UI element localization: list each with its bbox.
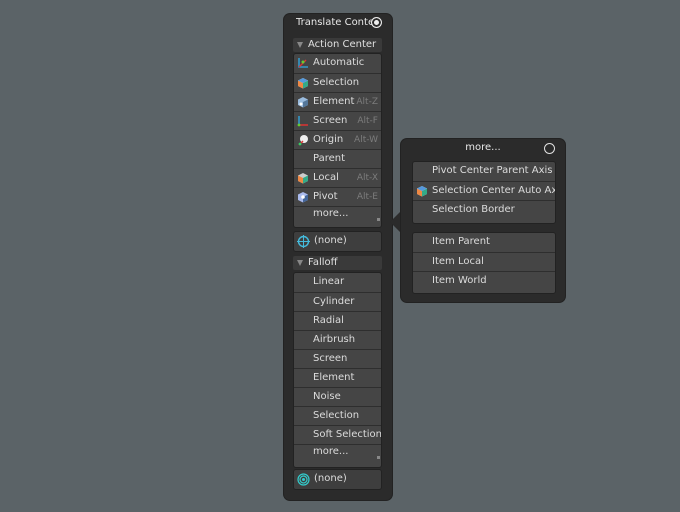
action-element[interactable]: Element Alt-Z xyxy=(294,92,381,111)
shortcut-label: Alt-X xyxy=(356,173,378,183)
submenu-corner-icon xyxy=(377,456,380,459)
row-label: Origin xyxy=(313,134,344,145)
current-value: (none) xyxy=(314,473,347,484)
row-label: Pivot Center Parent Axis xyxy=(432,165,553,176)
action-selection[interactable]: Selection xyxy=(294,73,381,92)
row-label: Cylinder xyxy=(313,296,355,307)
falloff-element[interactable]: Element xyxy=(294,368,381,387)
collapse-triangle-icon xyxy=(297,260,303,266)
shortcut-label: Alt-F xyxy=(357,116,378,126)
row-label: Selection Border xyxy=(432,204,515,215)
row-label: Pivot xyxy=(313,191,338,202)
local-icon xyxy=(298,173,308,184)
action-origin[interactable]: Origin Alt-W xyxy=(294,130,381,149)
action-parent[interactable]: Parent xyxy=(294,149,381,168)
pin-icon[interactable] xyxy=(371,17,382,28)
radial-falloff-icon xyxy=(297,473,310,486)
falloff-selection[interactable]: Selection xyxy=(294,406,381,425)
pivot-icon xyxy=(298,192,308,203)
selection-cube-icon xyxy=(417,186,427,197)
pivot-center-parent-axis[interactable]: Pivot Center Parent Axis xyxy=(413,162,555,181)
falloff-header[interactable]: Falloff xyxy=(293,256,382,270)
falloff-airbrush[interactable]: Airbrush xyxy=(294,330,381,349)
row-label: Screen xyxy=(313,115,348,126)
submenu-corner-icon xyxy=(377,218,380,221)
row-label: Item Parent xyxy=(432,236,490,247)
falloff-radial[interactable]: Radial xyxy=(294,311,381,330)
action-center-current[interactable]: (none) xyxy=(293,231,382,252)
automatic-icon xyxy=(298,58,308,68)
shortcut-label: Alt-Z xyxy=(356,97,378,107)
row-label: Selection Center Auto Axis xyxy=(432,185,556,196)
falloff-cylinder[interactable]: Cylinder xyxy=(294,292,381,311)
row-label: more... xyxy=(313,446,349,457)
falloff-list: Linear Cylinder Radial Airbrush Screen E… xyxy=(293,272,382,468)
element-icon xyxy=(298,97,308,108)
pin-icon[interactable] xyxy=(544,143,555,154)
action-more[interactable]: more... xyxy=(294,206,381,222)
item-local[interactable]: Item Local xyxy=(413,252,555,271)
screen-axis-icon xyxy=(297,116,308,127)
row-label: Element xyxy=(313,96,355,107)
action-pivot[interactable]: Pivot Alt-E xyxy=(294,187,381,206)
row-label: Selection xyxy=(313,77,360,88)
current-value: (none) xyxy=(314,235,347,246)
more-panel: more... Pivot Center Parent Axis Selecti… xyxy=(401,139,565,302)
more-group-2: Item Parent Item Local Item World xyxy=(412,232,556,294)
row-label: Item Local xyxy=(432,256,484,267)
section-label: Falloff xyxy=(308,257,338,268)
collapse-triangle-icon xyxy=(297,42,303,48)
action-center-header[interactable]: Action Center xyxy=(293,38,382,52)
action-screen[interactable]: Screen Alt-F xyxy=(294,111,381,130)
more-group-1: Pivot Center Parent Axis Selection Cente… xyxy=(412,161,556,224)
panel-title: Translate Contex xyxy=(296,17,380,28)
item-world[interactable]: Item World xyxy=(413,271,555,290)
shortcut-label: Alt-W xyxy=(354,135,378,145)
row-label: Radial xyxy=(313,315,344,326)
action-automatic[interactable]: Automatic xyxy=(294,54,381,73)
row-label: Selection xyxy=(313,410,360,421)
action-local[interactable]: Local Alt-X xyxy=(294,168,381,187)
row-label: Item World xyxy=(432,275,487,286)
item-parent[interactable]: Item Parent xyxy=(413,233,555,252)
selection-center-auto-axis[interactable]: Selection Center Auto Axis xyxy=(413,181,555,200)
falloff-noise[interactable]: Noise xyxy=(294,387,381,406)
panel-title: more... xyxy=(465,142,501,153)
translate-context-panel: Translate Contex Action Center Automatic… xyxy=(284,14,392,500)
row-label: Noise xyxy=(313,391,341,402)
falloff-soft-selection[interactable]: Soft Selection xyxy=(294,425,381,444)
origin-icon xyxy=(298,135,308,146)
shortcut-label: Alt-E xyxy=(356,192,378,202)
popover-arrow xyxy=(390,211,401,233)
action-center-list: Automatic Selection Element Alt-Z Screen… xyxy=(293,53,382,228)
falloff-linear[interactable]: Linear xyxy=(294,273,381,292)
row-label: Element xyxy=(313,372,355,383)
row-label: Linear xyxy=(313,276,345,287)
falloff-more[interactable]: more... xyxy=(294,444,381,460)
row-label: Parent xyxy=(313,153,346,164)
falloff-screen[interactable]: Screen xyxy=(294,349,381,368)
row-label: Local xyxy=(313,172,339,183)
row-label: more... xyxy=(313,208,349,219)
crosshair-icon xyxy=(297,235,310,248)
row-label: Airbrush xyxy=(313,334,356,345)
row-label: Soft Selection xyxy=(313,429,382,440)
row-label: Automatic xyxy=(313,57,365,68)
selection-border[interactable]: Selection Border xyxy=(413,200,555,219)
falloff-current[interactable]: (none) xyxy=(293,469,382,490)
selection-cube-icon xyxy=(298,78,308,89)
row-label: Screen xyxy=(313,353,348,364)
section-label: Action Center xyxy=(308,39,377,50)
